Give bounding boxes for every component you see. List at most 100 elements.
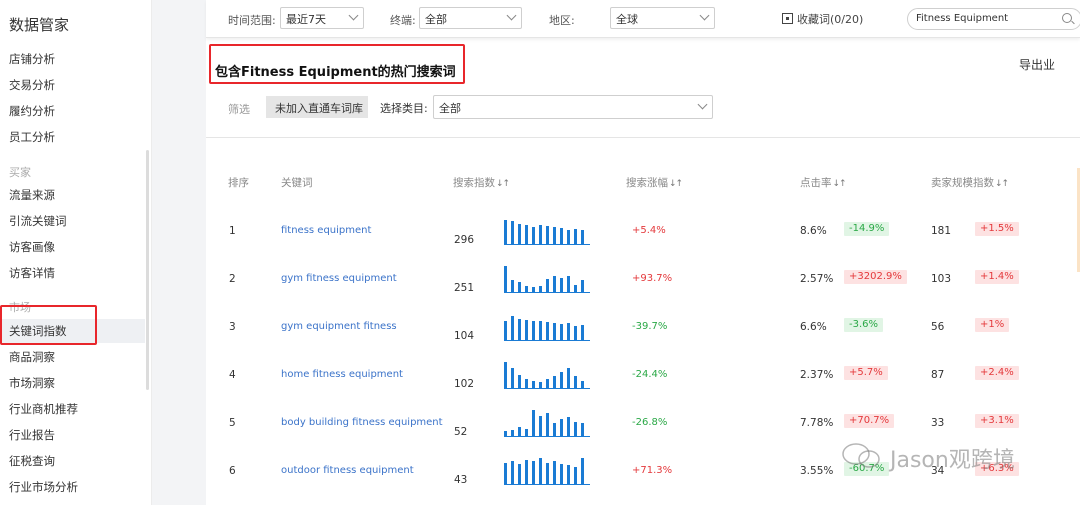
trend-bar xyxy=(581,230,584,245)
trend-bar xyxy=(560,419,563,437)
main-panel: 时间范围: 最近7天 终端: 全部 地区: 全球 收藏词(0/20) Fitne… xyxy=(206,0,1080,505)
sidebar-item-industry-report[interactable]: 行业报告 xyxy=(9,427,55,443)
keyword-link[interactable]: gym fitness equipment xyxy=(281,273,397,284)
region-select[interactable]: 全球 xyxy=(610,7,715,29)
trend-bar xyxy=(567,417,570,437)
sidebar-item-product-insight[interactable]: 商品洞察 xyxy=(9,349,55,365)
search-index-value: 52 xyxy=(454,426,468,438)
seller-index-value: 103 xyxy=(931,273,952,285)
search-value: Fitness Equipment xyxy=(916,13,1009,24)
sort-icon[interactable]: ↓↑ xyxy=(496,179,510,189)
rank-cell: 3 xyxy=(229,321,236,333)
export-button[interactable]: 导出业 xyxy=(1019,56,1055,73)
sidebar-item-traffic-keywords[interactable]: 引流关键词 xyxy=(9,213,67,229)
trend-bar xyxy=(560,464,563,485)
sort-icon[interactable]: ↓↑ xyxy=(669,179,683,189)
sidebar-item-traffic-source[interactable]: 流量来源 xyxy=(9,187,55,203)
sidebar: 数据管家 店铺分析 交易分析 履约分析 员工分析 买家 流量来源 引流关键词 访… xyxy=(0,0,152,505)
trend-bar xyxy=(546,463,549,485)
ctr-change-badge: +3202.9% xyxy=(844,270,907,284)
trend-bar xyxy=(532,287,535,293)
not-in-p4p-chip[interactable]: 未加入直通车词库 xyxy=(266,96,368,118)
trend-bar xyxy=(567,276,570,293)
trend-bar xyxy=(553,461,556,485)
table-row[interactable]: 2 gym fitness equipment 251 +93.7% 2.57% +320… xyxy=(206,254,1080,302)
keyword-link[interactable]: outdoor fitness equipment xyxy=(281,465,414,476)
seller-index-value: 56 xyxy=(931,321,945,333)
trend-bar xyxy=(574,285,577,293)
ctr-change-badge: +70.7% xyxy=(844,414,895,428)
rank-cell: 1 xyxy=(229,225,236,237)
trend-bar xyxy=(511,461,514,485)
time-range-select[interactable]: 最近7天 xyxy=(280,7,364,29)
trend-bar xyxy=(546,226,549,245)
sidebar-item-visitor-details[interactable]: 访客详情 xyxy=(9,265,55,281)
trend-bar xyxy=(511,430,514,437)
trend-bar xyxy=(539,286,542,293)
sidebar-group-buyer: 买家 xyxy=(9,166,31,179)
sidebar-item-industry-opportunity[interactable]: 行业商机推荐 xyxy=(9,401,78,417)
rank-cell: 2 xyxy=(229,273,236,285)
table-row[interactable]: 3 gym equipment fitness 104 -39.7% 6.6% -3.6%… xyxy=(206,302,1080,350)
category-select[interactable]: 全部 xyxy=(433,95,713,119)
header-growth[interactable]: 搜索涨幅↓↑ xyxy=(626,175,683,190)
keyword-link[interactable]: home fitness equipment xyxy=(281,369,403,380)
table-row[interactable]: 1 fitness equipment 296 +5.4% 8.6% -14.9% 181 +… xyxy=(206,206,1080,254)
trend-bar xyxy=(532,461,535,485)
sidebar-item-keyword-index[interactable]: 关键词指数 xyxy=(9,323,67,339)
divider xyxy=(206,137,1080,138)
rank-cell: 6 xyxy=(229,465,236,477)
table-row[interactable]: 5 body building fitness equipment 52 -26.8%… xyxy=(206,398,1080,446)
sidebar-item-staff-analysis[interactable]: 员工分析 xyxy=(9,129,55,145)
trend-bar xyxy=(539,416,542,437)
trend-bar xyxy=(504,362,507,389)
ctr-value: 3.55% xyxy=(800,465,834,477)
sort-icon[interactable]: ↓↑ xyxy=(833,179,847,189)
sidebar-item-visitor-profile[interactable]: 访客画像 xyxy=(9,239,55,255)
sidebar-scrollbar[interactable] xyxy=(146,150,149,390)
sort-icon[interactable]: ↓↑ xyxy=(995,179,1009,189)
trend-bar xyxy=(518,464,521,485)
table-row[interactable]: 4 home fitness equipment 102 -24.4% 2.37% +5.… xyxy=(206,350,1080,398)
trend-bar xyxy=(539,458,542,485)
trend-bar xyxy=(546,279,549,293)
favorites-label: 收藏词(0/20) xyxy=(797,13,864,26)
trend-bar xyxy=(532,410,535,437)
sidebar-item-industry-market-analysis[interactable]: 行业市场分析 xyxy=(9,479,78,495)
trend-bar xyxy=(539,225,542,245)
favorites-button[interactable]: 收藏词(0/20) xyxy=(782,11,863,27)
header-search-index[interactable]: 搜索指数↓↑ xyxy=(453,175,510,190)
ctr-value: 8.6% xyxy=(800,225,827,237)
sidebar-item-store-analysis[interactable]: 店铺分析 xyxy=(9,51,55,67)
sidebar-item-fulfillment-analysis[interactable]: 履约分析 xyxy=(9,103,55,119)
trend-bar xyxy=(553,423,556,437)
seller-index-value: 87 xyxy=(931,369,945,381)
trend-bar xyxy=(546,413,549,437)
header-growth-label: 搜索涨幅 xyxy=(626,177,668,189)
trend-bar xyxy=(511,221,514,245)
page-title: 包含Fitness Equipment的热门搜索词 xyxy=(215,65,456,80)
keyword-link[interactable]: fitness equipment xyxy=(281,225,371,236)
trend-bar xyxy=(511,316,514,341)
header-ctr-label: 点击率 xyxy=(800,177,832,189)
device-select[interactable]: 全部 xyxy=(419,7,522,29)
sidebar-item-tax-lookup[interactable]: 征税查询 xyxy=(9,453,55,469)
keyword-link[interactable]: gym equipment fitness xyxy=(281,321,397,332)
trend-bar xyxy=(504,321,507,341)
keyword-link[interactable]: body building fitness equipment xyxy=(281,417,443,428)
header-rank: 排序 xyxy=(228,177,249,189)
header-ctr[interactable]: 点击率↓↑ xyxy=(800,175,847,190)
sidebar-item-trade-analysis[interactable]: 交易分析 xyxy=(9,77,55,93)
trend-bar xyxy=(525,460,528,485)
sidebar-item-market-insight[interactable]: 市场洞察 xyxy=(9,375,55,391)
search-icon[interactable] xyxy=(1062,13,1072,23)
search-input[interactable]: Fitness Equipment xyxy=(907,8,1080,30)
growth-value: -39.7% xyxy=(632,321,668,332)
search-index-value: 102 xyxy=(454,378,475,390)
trend-bar xyxy=(504,431,507,437)
trend-bar xyxy=(574,326,577,341)
trend-bar xyxy=(560,372,563,389)
trend-sparkline xyxy=(504,309,590,341)
trend-sparkline xyxy=(504,405,590,437)
header-seller[interactable]: 卖家规模指数↓↑ xyxy=(931,175,1009,190)
